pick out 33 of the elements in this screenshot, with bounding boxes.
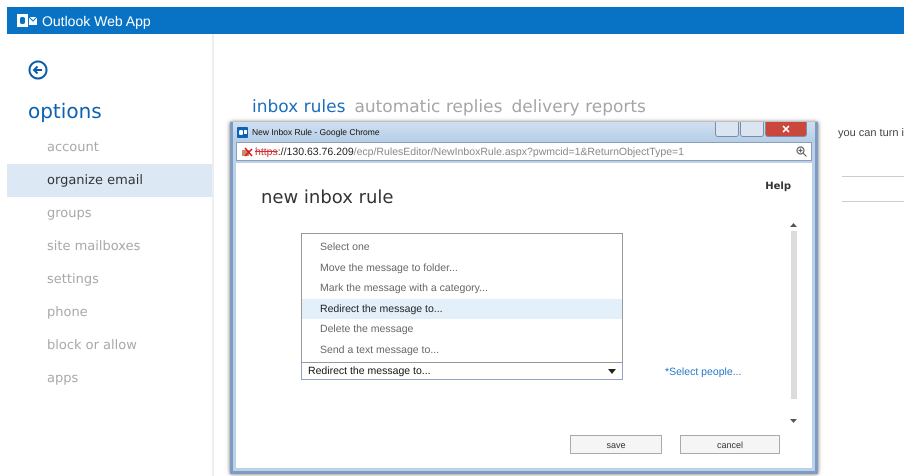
url-text: https://130.63.76.209/ecp/RulesEditor/NewInboxRule.aspx?pwmcid=1&ReturnObjectType=1 xyxy=(255,146,686,158)
scroll-down-icon xyxy=(790,419,797,423)
scrollbar-thumb[interactable] xyxy=(790,231,796,399)
close-button[interactable] xyxy=(765,122,807,137)
mail-logo-icon xyxy=(237,126,248,138)
dropdown-caret-icon xyxy=(608,368,616,374)
minimize-button[interactable] xyxy=(715,122,739,137)
help-link[interactable]: Help xyxy=(765,181,791,208)
zoom-icon xyxy=(796,146,807,157)
sidebar-heading: options xyxy=(27,99,103,125)
dropdown-option[interactable]: Move the message to folder... xyxy=(302,258,622,278)
address-bar[interactable]: https://130.63.76.209/ecp/RulesEditor/NewInboxRule.aspx?pwmcid=1&ReturnObjectType=1 xyxy=(236,142,812,161)
action-dropdown[interactable]: Redirect the message to... xyxy=(301,362,623,380)
save-button[interactable]: save xyxy=(570,435,662,454)
dropdown-option[interactable]: Mark the message with a category... xyxy=(302,278,622,298)
dialog-heading: new inbox rule xyxy=(261,187,394,208)
maximize-button[interactable] xyxy=(740,122,764,137)
close-icon xyxy=(782,125,790,133)
dropdown-option[interactable]: Delete the message xyxy=(302,319,622,340)
dropdown-option[interactable]: Select one xyxy=(302,237,622,258)
tab[interactable]: inbox rules xyxy=(252,97,346,117)
description-text: you can turn i xyxy=(838,127,904,139)
dropdown-option[interactable]: Send a text message to... xyxy=(302,340,622,360)
app-title: Outlook Web App xyxy=(42,12,151,28)
select-people-link[interactable]: *Select people... xyxy=(665,366,742,378)
sidebar-item[interactable]: organize email xyxy=(7,164,212,197)
scrollbar[interactable] xyxy=(789,223,798,423)
back-icon[interactable] xyxy=(28,60,48,80)
window-title: New Inbox Rule - Google Chrome xyxy=(252,127,381,137)
cancel-button[interactable]: cancel xyxy=(680,435,780,454)
dropdown-option[interactable]: Redirect the message to... xyxy=(302,298,622,319)
scroll-up-icon xyxy=(790,223,797,227)
mail-logo-icon xyxy=(17,14,37,27)
